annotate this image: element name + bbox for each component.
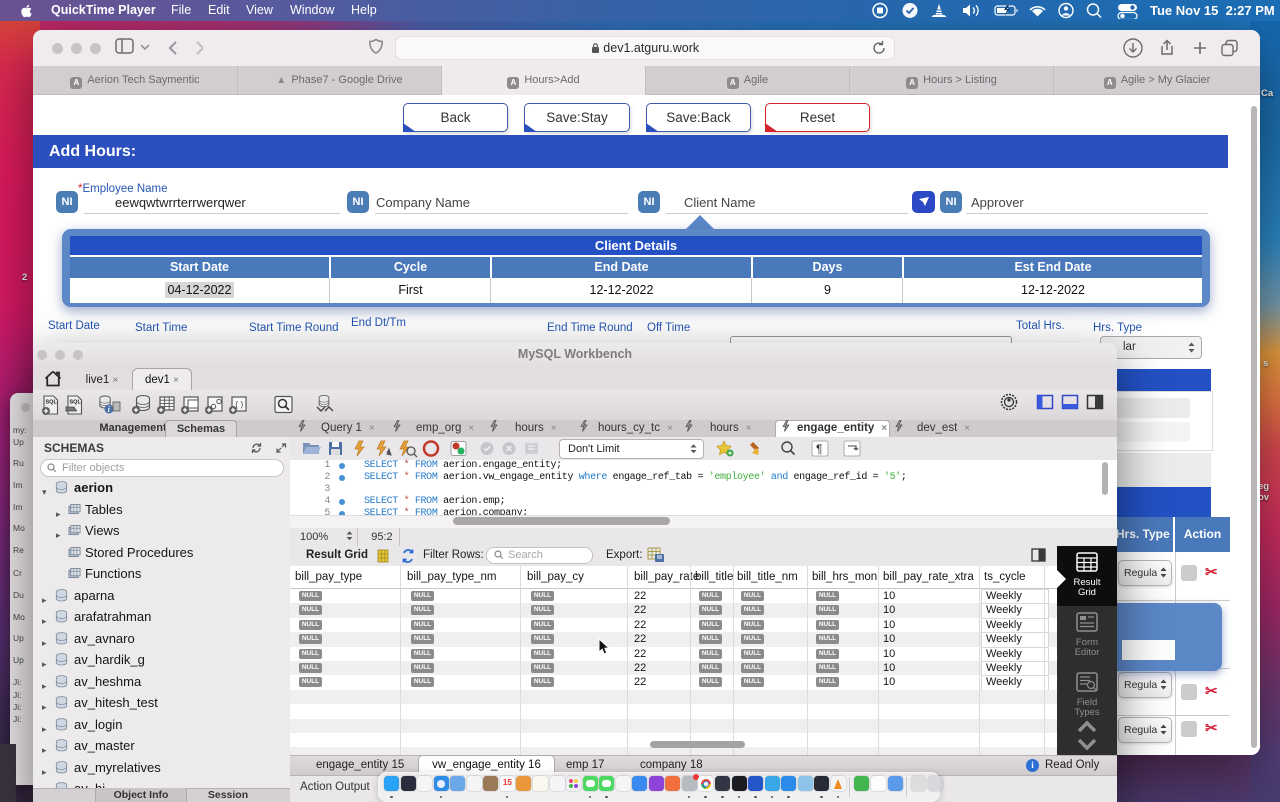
svg-text:¶: ¶	[816, 442, 822, 456]
